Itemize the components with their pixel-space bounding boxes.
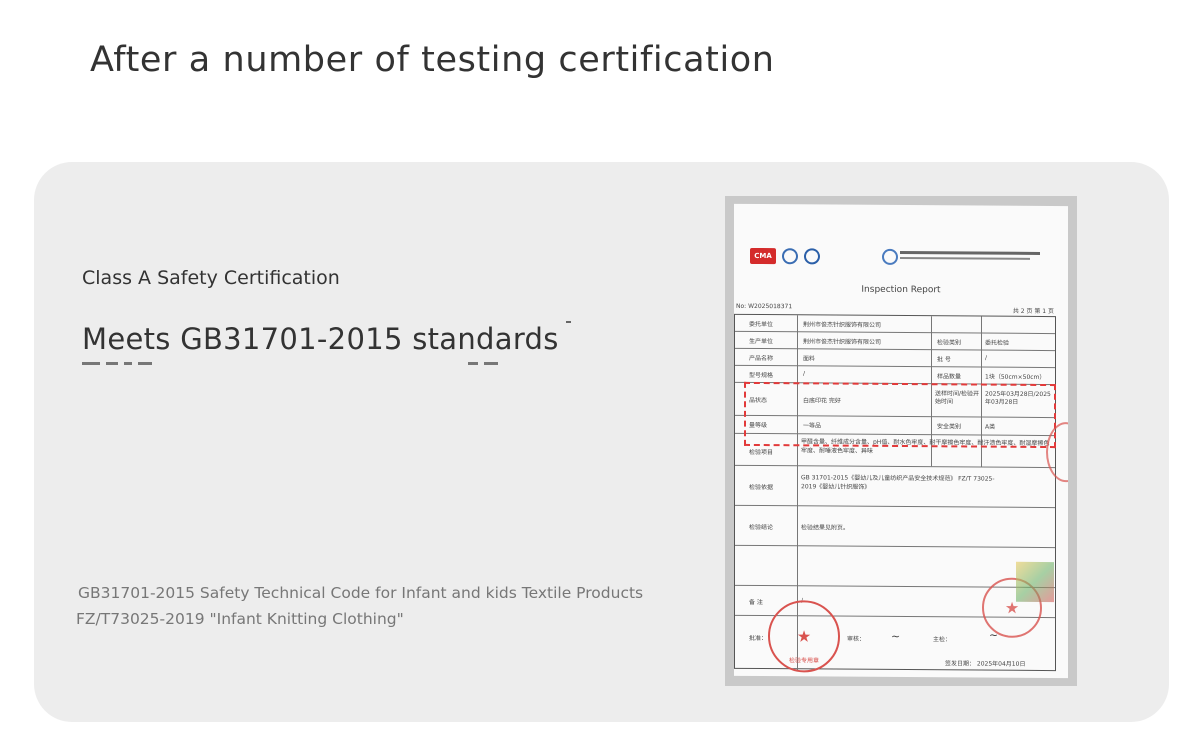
company-logo	[882, 248, 898, 265]
highlight-box	[744, 381, 1056, 449]
report-page: 共 2 页 第 1 页	[1012, 307, 1054, 316]
table-cell: 样品数量	[937, 373, 962, 381]
table-cell: 检验结论	[749, 523, 774, 532]
cma-logo: CMA	[750, 247, 776, 265]
accreditation-logo	[782, 248, 798, 265]
table-cell: 主检：	[933, 636, 952, 644]
table-cell: 批 号	[937, 356, 951, 364]
decorative-dash	[566, 321, 571, 323]
issue-date: 签发日期： 2025年04月10日	[945, 660, 1026, 668]
certificate-logos: CMA	[750, 247, 1050, 270]
signature: ~	[891, 629, 901, 643]
table-cell: 审核：	[847, 635, 866, 643]
red-seal-stamp: ★ 检验专用章	[768, 600, 840, 673]
class-label: Class A Safety Certification	[82, 267, 340, 289]
certificate-image: CMA Inspection Report No: W2025018371 共 …	[734, 203, 1068, 679]
report-number: No: W2025018371	[736, 302, 793, 311]
fabric-sample	[1016, 561, 1054, 603]
table-cell: 荆州市俊杰针织服饰有限公司	[803, 321, 882, 329]
table-cell: /	[803, 370, 806, 378]
table-cell: 委托检验	[985, 339, 1010, 347]
standard-code-line: GB31701-2015 Safety Technical Code for I…	[78, 584, 644, 602]
standard-code-line: FZ/T73025-2019 "Infant Knitting Clothing…	[76, 610, 404, 628]
table-cell: 检验项目	[749, 448, 774, 457]
table-cell: 检验类别	[937, 339, 962, 347]
cropped-text-fragment	[82, 362, 532, 369]
page-heading: After a number of testing certification	[90, 40, 775, 80]
table-cell: 型号规格	[749, 371, 774, 380]
table-cell: 检验结果见附页。	[801, 524, 850, 532]
standard-title: Meets GB31701-2015 standards	[82, 322, 559, 356]
seal-text: 检验专用章	[788, 657, 819, 665]
table-cell: /	[985, 354, 988, 362]
table-cell: 1块（50cm×50cm）	[985, 373, 1046, 382]
table-cell: 生产单位	[749, 337, 774, 346]
report-title: Inspection Report	[861, 284, 941, 296]
table-cell: 产品名称	[749, 354, 774, 363]
company-name-graphic	[900, 250, 1060, 268]
table-cell: 面料	[803, 355, 816, 363]
table-cell: 检验依据	[749, 483, 774, 492]
table-cell: GB 31701-2015《婴幼儿及儿童纺织产品安全技术规范》 FZ/T 730…	[801, 474, 995, 491]
table-cell: 批准：	[749, 634, 768, 643]
table-cell: 荆州市俊杰针织服饰有限公司	[803, 338, 882, 346]
table-cell: 备 注	[749, 598, 763, 607]
accreditation-logo	[804, 248, 820, 265]
table-cell: 委托单位	[749, 320, 774, 329]
